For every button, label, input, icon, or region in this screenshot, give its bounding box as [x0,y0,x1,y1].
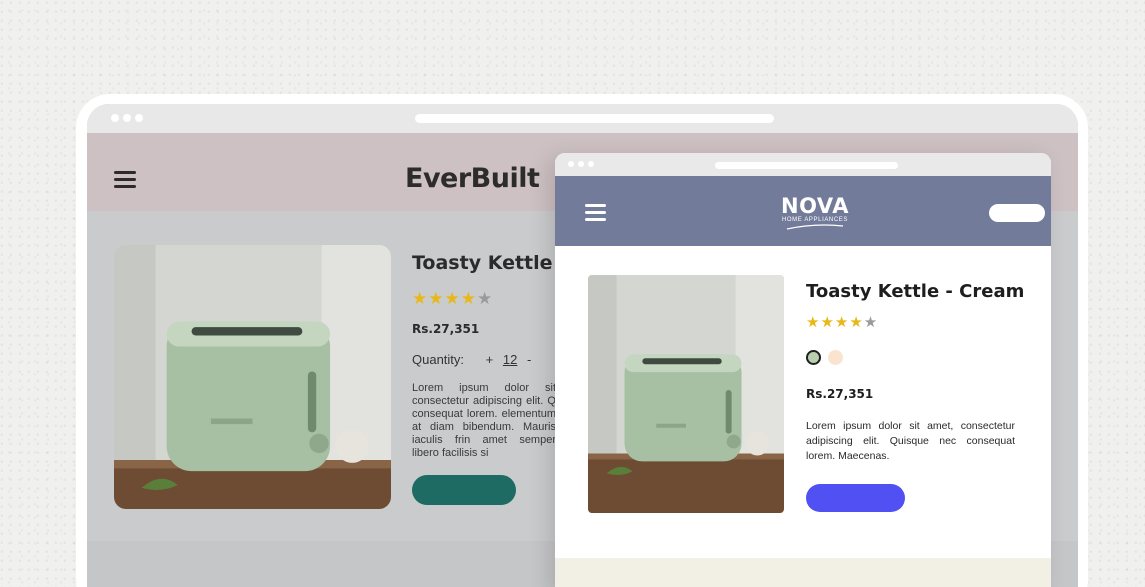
color-swatch-cream[interactable] [828,350,843,365]
window-dot-icon [135,114,143,122]
back-product-title: Toasty Kettle - C [412,252,556,274]
back-rating-stars: ★★★★★ [412,290,493,307]
front-address-bar[interactable] [715,162,898,169]
back-price: Rs.27,351 [412,322,480,336]
color-swatch-sage[interactable] [806,350,821,365]
back-address-bar[interactable] [415,114,774,123]
logo-swoosh-icon [786,224,844,230]
window-dot-icon [578,161,584,167]
product-price: Rs.27,351 [806,387,874,401]
window-dot-icon [123,114,131,122]
star-empty-icon: ★ [863,314,879,331]
quantity-plus-button[interactable]: + [486,352,494,367]
quantity-minus-button[interactable]: - [527,352,531,367]
product-title: Toasty Kettle - Cream [806,281,1025,302]
nova-browser-window: NOVA HOME APPLIANCES Toasty Kettle - Cre… [555,153,1051,587]
nova-logo[interactable]: NOVA HOME APPLIANCES [776,196,854,230]
quantity-label: Quantity: [412,352,465,367]
add-to-cart-button[interactable] [806,484,905,512]
star-icon: ★★★★ [806,314,864,331]
everbuilt-logo[interactable]: EverBuilt [405,163,540,194]
menu-icon[interactable] [114,171,136,189]
star-empty-icon: ★ [476,289,494,308]
window-dot-icon [111,114,119,122]
quantity-control: Quantity: + 12 - [412,352,531,367]
back-add-to-cart-button[interactable] [412,475,516,505]
front-product-image [588,275,784,513]
header-action-button[interactable] [989,204,1045,222]
logo-tagline: HOME APPLIANCES [781,217,849,223]
menu-icon[interactable] [585,204,606,221]
logo-wordmark: NOVA [781,194,849,218]
quantity-value[interactable]: 12 [503,352,517,367]
window-dot-icon [588,161,594,167]
star-icon: ★★★★ [412,289,477,308]
back-description: Lorem ipsum dolor sit consectetur adipis… [412,382,556,459]
product-description: Lorem ipsum dolor sit amet, consectetur … [806,420,1015,462]
nova-header: NOVA HOME APPLIANCES [555,176,1051,246]
front-browser-chrome [555,153,1051,176]
window-dot-icon [568,161,574,167]
back-product-image [114,245,391,509]
rating-stars: ★★★★★ [806,315,878,330]
front-footer-band [555,558,1051,587]
back-browser-chrome [87,104,1078,133]
